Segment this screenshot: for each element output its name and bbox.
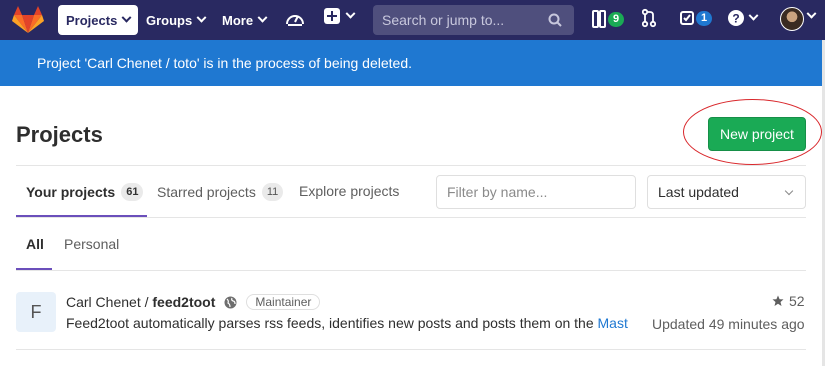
project-namespace: Carl Chenet /	[66, 294, 153, 310]
project-description: Feed2toot automatically parses rss feeds…	[66, 315, 636, 331]
more-dropdown[interactable]: More	[214, 5, 274, 35]
help-dropdown[interactable]: ?	[728, 10, 759, 26]
chevron-down-icon	[345, 8, 356, 19]
project-title[interactable]: Carl Chenet / feed2toot Maintainer	[66, 294, 321, 310]
todos-button[interactable]: 9	[592, 10, 624, 28]
search-input[interactable]: Search or jump to...	[373, 5, 574, 35]
chevron-down-icon	[784, 186, 794, 196]
subtabs-divider	[16, 270, 806, 271]
merge-requests-button[interactable]	[642, 8, 656, 28]
sort-dropdown[interactable]: Last updated	[647, 175, 806, 209]
groups-dropdown-label: Groups	[146, 12, 193, 28]
globe-icon	[224, 296, 237, 309]
gitlab-logo-icon[interactable]	[12, 6, 44, 34]
project-row-divider	[16, 349, 806, 350]
header-divider	[16, 165, 806, 166]
projects-dropdown-label: Projects	[66, 12, 118, 28]
filter-by-name-input[interactable]	[436, 175, 636, 209]
tab-explore-projects[interactable]: Explore projects	[299, 183, 399, 199]
projects-dropdown[interactable]: Projects	[58, 5, 139, 35]
groups-dropdown[interactable]: Groups	[138, 5, 213, 35]
issues-button[interactable]: 1	[680, 10, 712, 26]
project-avatar[interactable]: F	[16, 292, 56, 332]
chevron-down-icon	[196, 12, 207, 23]
search-placeholder: Search or jump to...	[382, 12, 505, 28]
tab-label: Starred projects	[157, 184, 256, 200]
user-avatar[interactable]	[780, 7, 804, 31]
plus-square-icon	[324, 8, 340, 24]
more-dropdown-label: More	[222, 12, 254, 28]
issues-count-badge: 1	[696, 10, 712, 26]
star-count[interactable]: 52	[772, 293, 805, 309]
issues-check-icon	[680, 11, 694, 25]
project-description-link[interactable]: Mast	[598, 315, 628, 331]
svg-text:?: ?	[732, 12, 739, 26]
tab-your-projects[interactable]: Your projects 61	[26, 183, 144, 201]
dashboard-gauge-icon	[286, 15, 304, 26]
subtab-all[interactable]: All	[26, 236, 44, 252]
tab-label: Explore projects	[299, 183, 400, 199]
merge-request-icon	[642, 8, 656, 28]
todos-count-badge: 9	[608, 11, 624, 27]
help-question-icon: ?	[728, 10, 744, 26]
admin-area-button[interactable]	[284, 8, 306, 30]
flash-message: Project 'Carl Chenet / toto' is in the p…	[37, 55, 412, 71]
tabs-divider	[16, 217, 806, 218]
user-menu-caret[interactable]	[806, 8, 817, 20]
top-navbar: Projects Groups More Search or jump to..…	[0, 0, 825, 40]
tab-label: Your projects	[26, 184, 116, 200]
todo-list-icon	[592, 10, 606, 28]
updated-timestamp: Updated 49 minutes ago	[652, 316, 805, 332]
new-menu-dropdown[interactable]	[324, 8, 356, 24]
chevron-down-icon	[748, 10, 759, 21]
chevron-down-icon	[257, 12, 268, 23]
tab-count-badge: 61	[121, 183, 144, 201]
chevron-down-icon	[806, 8, 817, 19]
project-description-text: Feed2toot automatically parses rss feeds…	[66, 315, 598, 331]
project-name[interactable]: feed2toot	[152, 294, 215, 310]
page-title: Projects	[16, 122, 103, 147]
access-level-badge: Maintainer	[246, 294, 321, 310]
tab-count-badge: 11	[261, 183, 284, 201]
chevron-down-icon	[121, 12, 132, 23]
search-icon	[548, 13, 562, 27]
subtab-personal[interactable]: Personal	[64, 236, 119, 252]
flash-notice: Project 'Carl Chenet / toto' is in the p…	[0, 40, 822, 86]
sort-selected-label: Last updated	[658, 184, 739, 200]
star-count-value: 52	[789, 293, 805, 309]
star-icon	[772, 295, 784, 306]
new-project-button[interactable]: New project	[708, 117, 806, 151]
tab-starred-projects[interactable]: Starred projects 11	[157, 183, 284, 201]
